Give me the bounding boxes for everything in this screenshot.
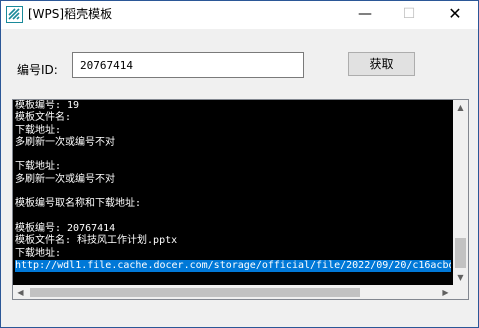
console-line[interactable]: 模板文件名: 科技风工作计划.pptx — [15, 235, 451, 247]
console-line[interactable]: 模板编号取名称和下载地址: — [15, 198, 451, 210]
console-line[interactable]: 模板编号: 19 — [15, 100, 451, 112]
close-button[interactable]: ✕ — [433, 1, 477, 29]
console-line[interactable] — [15, 186, 451, 198]
horizontal-scroll-thumb[interactable] — [30, 288, 360, 297]
scroll-left-arrow-icon[interactable]: ◀ — [13, 285, 28, 299]
id-input[interactable] — [72, 52, 304, 78]
console-line[interactable] — [15, 211, 451, 223]
console-text[interactable]: 模板编号: 19 模板文件名: 下载地址: 多刷新一次或编号不对 下载地址: 多刷新一次或… — [15, 100, 451, 285]
console-line[interactable]: 多刷新一次或编号不对 — [15, 174, 451, 186]
vertical-scroll-thumb[interactable] — [455, 238, 466, 268]
id-label: 编号ID: — [17, 63, 58, 77]
console-line[interactable] — [15, 149, 451, 161]
console-line[interactable]: 模板文件名: — [15, 112, 451, 124]
scrollbar-corner — [453, 285, 468, 299]
console-output[interactable]: 模板编号: 19 模板文件名: 下载地址: 多刷新一次或编号不对 下载地址: 多刷新一次或… — [12, 99, 469, 300]
console-line[interactable]: 下载地址: — [15, 161, 451, 173]
minimize-button[interactable]: — — [343, 1, 387, 29]
vertical-scrollbar[interactable]: ▲ ▼ — [453, 100, 468, 285]
stripes-app-icon — [6, 6, 23, 23]
scroll-up-arrow-icon[interactable]: ▲ — [453, 100, 468, 115]
console-line[interactable]: 模板编号: 20767414 — [15, 223, 451, 235]
console-line[interactable]: 下载地址: — [15, 248, 451, 260]
scroll-down-arrow-icon[interactable]: ▼ — [453, 270, 468, 285]
title-bar[interactable]: [WPS]稻壳模板 — ☐ ✕ — [1, 1, 478, 29]
window-title: [WPS]稻壳模板 — [28, 7, 113, 21]
console-line[interactable]: http://wdl1.file.cache.docer.com/storage… — [15, 259, 451, 273]
app-window: [WPS]稻壳模板 — ☐ ✕ 编号ID: 获取 模板编号: 19模板文件名:下… — [0, 0, 479, 328]
console-line[interactable]: 多刷新一次或编号不对 — [15, 137, 451, 149]
console-line[interactable]: 下载地址: — [15, 125, 451, 137]
maximize-button[interactable]: ☐ — [387, 1, 431, 29]
fetch-button[interactable]: 获取 — [348, 52, 415, 76]
horizontal-scrollbar[interactable]: ◀ ▶ — [13, 285, 453, 299]
scroll-right-arrow-icon[interactable]: ▶ — [438, 285, 453, 299]
